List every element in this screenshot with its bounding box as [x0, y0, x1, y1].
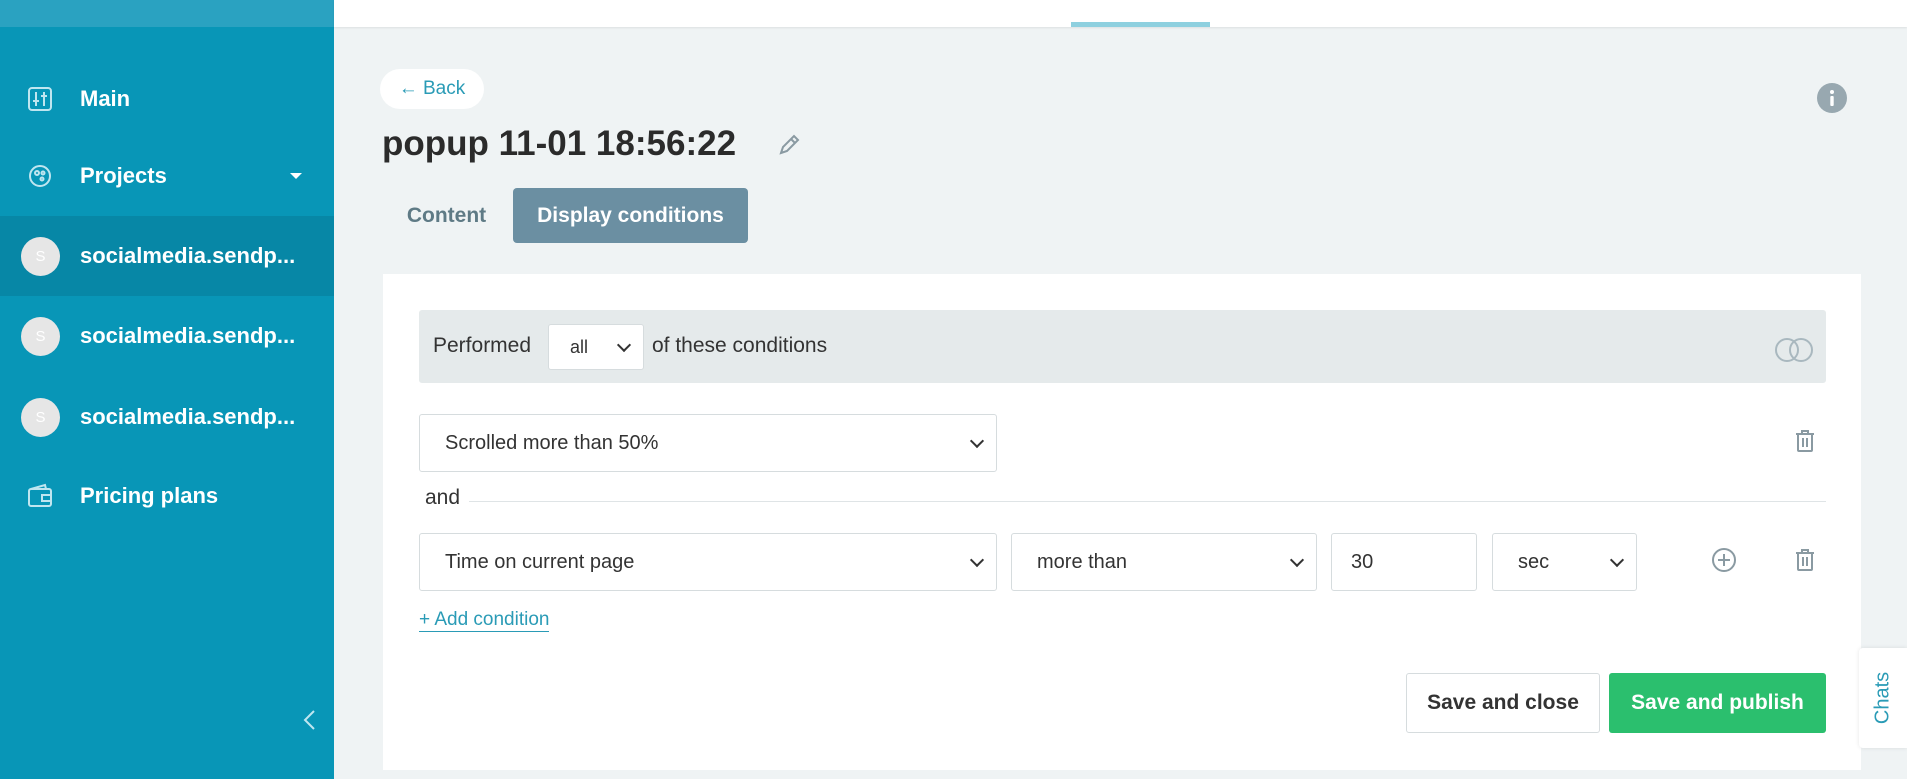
- operator-value: more than: [1037, 550, 1128, 573]
- page-title: popup 11-01 18:56:22: [382, 124, 737, 163]
- edit-title-icon[interactable]: [776, 132, 802, 158]
- sidebar-header: [0, 0, 334, 27]
- avatar: S: [21, 397, 60, 437]
- avatar: S: [21, 316, 60, 356]
- venn-icon[interactable]: [1773, 337, 1815, 363]
- sidebar-item-label: Projects: [80, 163, 167, 188]
- sidebar-item-label: socialmedia.sendp...: [80, 323, 296, 348]
- operator-select[interactable]: more than: [1011, 533, 1317, 591]
- palette-icon: [26, 162, 54, 190]
- tab-display-conditions[interactable]: Display conditions: [513, 188, 748, 243]
- unit-value: sec: [1518, 550, 1550, 573]
- chevron-down-icon: [616, 337, 632, 353]
- condition-type-select[interactable]: Time on current page: [419, 533, 997, 591]
- sidebar-item-label: socialmedia.sendp...: [80, 243, 296, 268]
- sidebar-item-pricing[interactable]: Pricing plans: [0, 456, 334, 536]
- sidebar-item-label: socialmedia.sendp...: [80, 404, 296, 429]
- sidebar-item-project[interactable]: S socialmedia.sendp...: [0, 296, 334, 376]
- collapse-sidebar-icon[interactable]: [300, 708, 320, 732]
- sidebar-item-label: Pricing plans: [80, 483, 219, 508]
- chevron-down-icon: [1609, 552, 1625, 568]
- chats-tab[interactable]: Chats: [1859, 648, 1907, 748]
- sidebar-item-main[interactable]: Main: [0, 59, 334, 139]
- trash-icon[interactable]: [1791, 427, 1819, 455]
- conditions-suffix: of these conditions: [652, 334, 828, 357]
- conditions-prefix: Performed: [433, 334, 532, 357]
- match-mode-select[interactable]: all: [548, 324, 644, 370]
- chats-label: Chats: [1871, 671, 1894, 725]
- condition-type-value: Time on current page: [445, 550, 635, 573]
- chevron-down-icon: [1289, 552, 1305, 568]
- tab-content[interactable]: Content: [383, 188, 510, 243]
- condition-type-value: Scrolled more than 50%: [445, 431, 659, 454]
- sidebar-item-label: Main: [80, 86, 131, 111]
- chevron-down-icon: [969, 433, 985, 449]
- unit-select[interactable]: sec: [1492, 533, 1637, 591]
- match-mode-value: all: [570, 336, 589, 357]
- trash-icon[interactable]: [1791, 546, 1819, 574]
- add-circle-icon[interactable]: [1710, 546, 1738, 574]
- info-icon[interactable]: [1817, 83, 1847, 113]
- back-button[interactable]: ← Back: [380, 69, 484, 109]
- active-tab-indicator: [1071, 22, 1210, 27]
- and-separator-label: and: [425, 486, 461, 509]
- chevron-down-icon: [969, 552, 985, 568]
- save-and-close-button[interactable]: Save and close: [1406, 673, 1600, 733]
- condition-type-select[interactable]: Scrolled more than 50%: [419, 414, 997, 472]
- chevron-down-icon: [290, 173, 302, 179]
- avatar: S: [21, 236, 60, 276]
- sidebar: Main Projects S socialmedia.sendp... S s…: [0, 0, 334, 779]
- sidebar-item-projects[interactable]: Projects: [0, 136, 334, 216]
- sidebar-item-project[interactable]: S socialmedia.sendp...: [0, 377, 334, 457]
- wallet-icon: [26, 482, 54, 510]
- sliders-icon: [26, 85, 54, 113]
- save-and-publish-button[interactable]: Save and publish: [1609, 673, 1826, 733]
- duration-input[interactable]: 30: [1331, 533, 1477, 591]
- divider: [469, 501, 1826, 502]
- top-bar: [334, 0, 1907, 27]
- add-condition-link[interactable]: + Add condition: [419, 609, 550, 632]
- sidebar-item-project[interactable]: S socialmedia.sendp...: [0, 216, 334, 296]
